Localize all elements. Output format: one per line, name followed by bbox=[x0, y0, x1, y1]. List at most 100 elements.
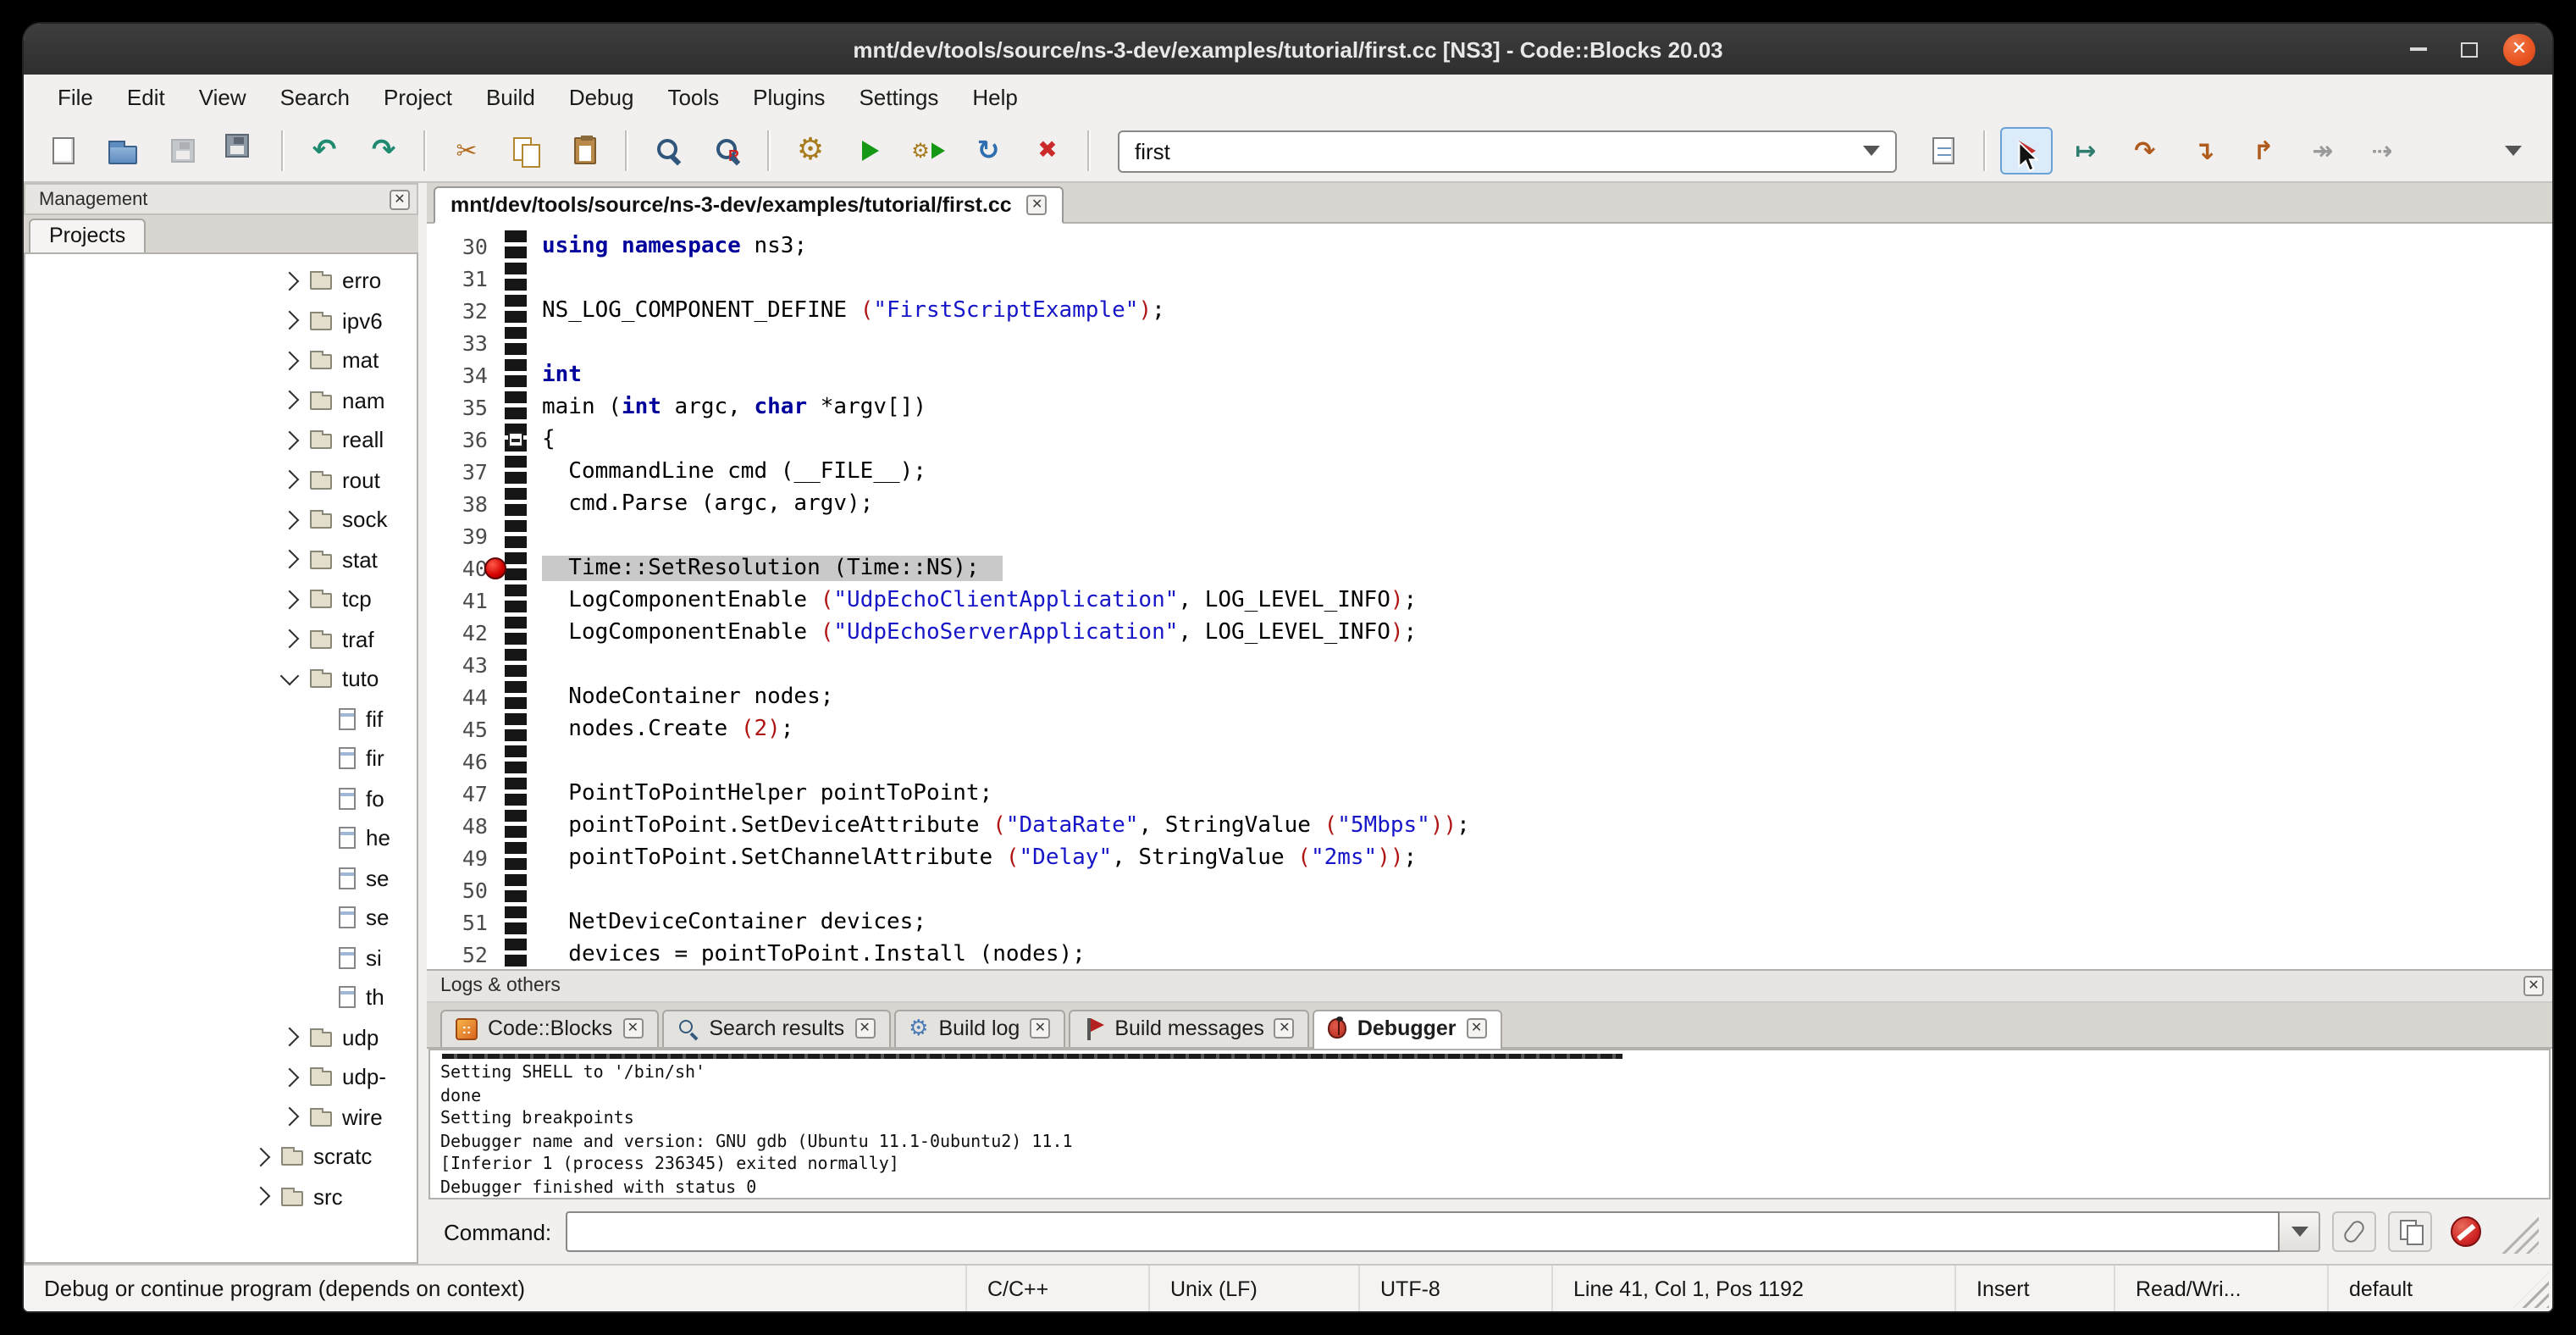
menu-item-help[interactable]: Help bbox=[955, 78, 1035, 117]
line-number[interactable]: 50 bbox=[427, 874, 505, 906]
tree-item-tuto[interactable]: tuto bbox=[25, 659, 417, 699]
debugger-log[interactable]: Setting SHELL to '/bin/sh'doneSetting br… bbox=[428, 1049, 2551, 1199]
code-line-42[interactable]: 42 LogComponentEnable ("UdpEchoServerApp… bbox=[427, 617, 2552, 649]
menu-item-build[interactable]: Build bbox=[469, 78, 552, 117]
fold-collapse-icon[interactable] bbox=[508, 432, 523, 447]
debug-continue-button[interactable] bbox=[2000, 127, 2053, 174]
replace-button[interactable]: R bbox=[701, 127, 754, 174]
copy-log-button[interactable] bbox=[2388, 1211, 2432, 1252]
abort-build-button[interactable]: ✖ bbox=[1021, 127, 1074, 174]
line-number[interactable]: 30 bbox=[427, 230, 505, 263]
tree-item-si[interactable]: si bbox=[25, 938, 417, 978]
code-line-49[interactable]: 49 pointToPoint.SetChannelAttribute ("De… bbox=[427, 842, 2552, 874]
chevron-down-icon[interactable] bbox=[1863, 146, 1880, 156]
line-number[interactable]: 52 bbox=[427, 939, 505, 969]
cut-button[interactable]: ✂ bbox=[440, 127, 493, 174]
code-line-40[interactable]: 40 Time::SetResolution (Time::NS); bbox=[427, 552, 2552, 584]
find-button[interactable] bbox=[642, 127, 694, 174]
next-instruction-button[interactable]: ↠ bbox=[2297, 127, 2349, 174]
build-button[interactable]: ⚙ bbox=[784, 127, 837, 174]
line-number[interactable]: 34 bbox=[427, 359, 505, 391]
minimize-button[interactable] bbox=[2402, 33, 2434, 65]
chevron-right-icon[interactable] bbox=[280, 430, 300, 450]
fold-margin[interactable] bbox=[505, 263, 527, 295]
menu-item-edit[interactable]: Edit bbox=[110, 78, 182, 117]
fold-margin[interactable] bbox=[505, 424, 527, 456]
chevron-right-icon[interactable] bbox=[280, 271, 300, 291]
tree-item-wire[interactable]: wire bbox=[25, 1097, 417, 1137]
tree-item-fo[interactable]: fo bbox=[25, 778, 417, 818]
step-into-instruction-button[interactable]: ⇢ bbox=[2356, 127, 2408, 174]
line-number[interactable]: 47 bbox=[427, 778, 505, 810]
code-line-36[interactable]: 36{ bbox=[427, 424, 2552, 456]
tab-close-icon[interactable]: ✕ bbox=[854, 1018, 875, 1039]
chevron-right-icon[interactable] bbox=[280, 391, 300, 410]
line-number[interactable]: 39 bbox=[427, 520, 505, 552]
step-into-button[interactable]: ↴ bbox=[2178, 127, 2231, 174]
tab-close-icon[interactable]: ✕ bbox=[1467, 1018, 1487, 1039]
line-number[interactable]: 43 bbox=[427, 649, 505, 681]
code-line-35[interactable]: 35main (int argc, char *argv[]) bbox=[427, 391, 2552, 424]
logs-tab-code-blocks[interactable]: ::Code::Blocks✕ bbox=[440, 1010, 658, 1047]
code-line-37[interactable]: 37 CommandLine cmd (__FILE__); bbox=[427, 456, 2552, 488]
fold-margin[interactable] bbox=[505, 391, 527, 424]
menu-item-project[interactable]: Project bbox=[367, 78, 469, 117]
tree-item-udp[interactable]: udp bbox=[25, 1017, 417, 1057]
undo-button[interactable]: ↶ bbox=[298, 127, 351, 174]
chevron-right-icon[interactable] bbox=[280, 1067, 300, 1087]
fold-margin[interactable] bbox=[505, 939, 527, 969]
line-number[interactable]: 46 bbox=[427, 745, 505, 778]
code-line-32[interactable]: 32NS_LOG_COMPONENT_DEFINE ("FirstScriptE… bbox=[427, 295, 2552, 327]
tree-item-reall[interactable]: reall bbox=[25, 420, 417, 460]
code-line-34[interactable]: 34int bbox=[427, 359, 2552, 391]
save-all-button[interactable] bbox=[215, 127, 268, 174]
chevron-right-icon[interactable] bbox=[280, 470, 300, 490]
fold-margin[interactable] bbox=[505, 649, 527, 681]
build-and-run-button[interactable]: ⚙ bbox=[903, 127, 955, 174]
command-history-button[interactable] bbox=[2280, 1211, 2320, 1252]
line-number[interactable]: 32 bbox=[427, 295, 505, 327]
rebuild-button[interactable]: ↻ bbox=[962, 127, 1014, 174]
maximize-button[interactable] bbox=[2452, 33, 2485, 65]
tab-close-icon[interactable]: ✕ bbox=[1274, 1018, 1295, 1039]
code-line-51[interactable]: 51 NetDeviceContainer devices; bbox=[427, 906, 2552, 939]
chevron-right-icon[interactable] bbox=[280, 1107, 300, 1127]
fold-margin[interactable] bbox=[505, 906, 527, 939]
fold-margin[interactable] bbox=[505, 230, 527, 263]
logs-tab-build-log[interactable]: ⚙Build log✕ bbox=[893, 1010, 1065, 1047]
code-line-45[interactable]: 45 nodes.Create (2); bbox=[427, 713, 2552, 745]
code-line-38[interactable]: 38 cmd.Parse (argc, argv); bbox=[427, 488, 2552, 520]
fold-margin[interactable] bbox=[505, 456, 527, 488]
code-line-31[interactable]: 31 bbox=[427, 263, 2552, 295]
logs-tab-debugger[interactable]: Debugger✕ bbox=[1313, 1010, 1502, 1049]
menu-item-debug[interactable]: Debug bbox=[552, 78, 651, 117]
line-number[interactable]: 42 bbox=[427, 617, 505, 649]
code-line-48[interactable]: 48 pointToPoint.SetDeviceAttribute ("Dat… bbox=[427, 810, 2552, 842]
line-number[interactable]: 38 bbox=[427, 488, 505, 520]
code-line-47[interactable]: 47 PointToPointHelper pointToPoint; bbox=[427, 778, 2552, 810]
close-button[interactable]: ✕ bbox=[2503, 33, 2535, 65]
titlebar[interactable]: mnt/dev/tools/source/ns-3-dev/examples/t… bbox=[24, 24, 2552, 75]
tree-item-stat[interactable]: stat bbox=[25, 540, 417, 579]
management-close-icon[interactable]: ✕ bbox=[390, 189, 410, 209]
fold-margin[interactable] bbox=[505, 520, 527, 552]
attach-log-button[interactable] bbox=[2332, 1211, 2376, 1252]
line-number[interactable]: 45 bbox=[427, 713, 505, 745]
tree-item-erro[interactable]: erro bbox=[25, 261, 417, 301]
chevron-right-icon[interactable] bbox=[280, 1028, 300, 1047]
tree-item-mat[interactable]: mat bbox=[25, 341, 417, 380]
new-file-button[interactable] bbox=[37, 127, 90, 174]
tree-item-sock[interactable]: sock bbox=[25, 500, 417, 540]
fold-margin[interactable] bbox=[505, 810, 527, 842]
line-number[interactable]: 49 bbox=[427, 842, 505, 874]
menu-item-view[interactable]: View bbox=[182, 78, 263, 117]
code-line-39[interactable]: 39 bbox=[427, 520, 2552, 552]
incremental-search-button[interactable] bbox=[1917, 127, 1970, 174]
code-line-44[interactable]: 44 NodeContainer nodes; bbox=[427, 681, 2552, 713]
copy-button[interactable] bbox=[500, 127, 552, 174]
resize-grip[interactable] bbox=[2513, 1272, 2549, 1308]
open-file-button[interactable] bbox=[97, 127, 149, 174]
tab-projects[interactable]: Projects bbox=[29, 219, 146, 252]
menu-item-plugins[interactable]: Plugins bbox=[736, 78, 842, 117]
editor-tab-first-cc[interactable]: mnt/dev/tools/source/ns-3-dev/examples/t… bbox=[434, 186, 1064, 224]
